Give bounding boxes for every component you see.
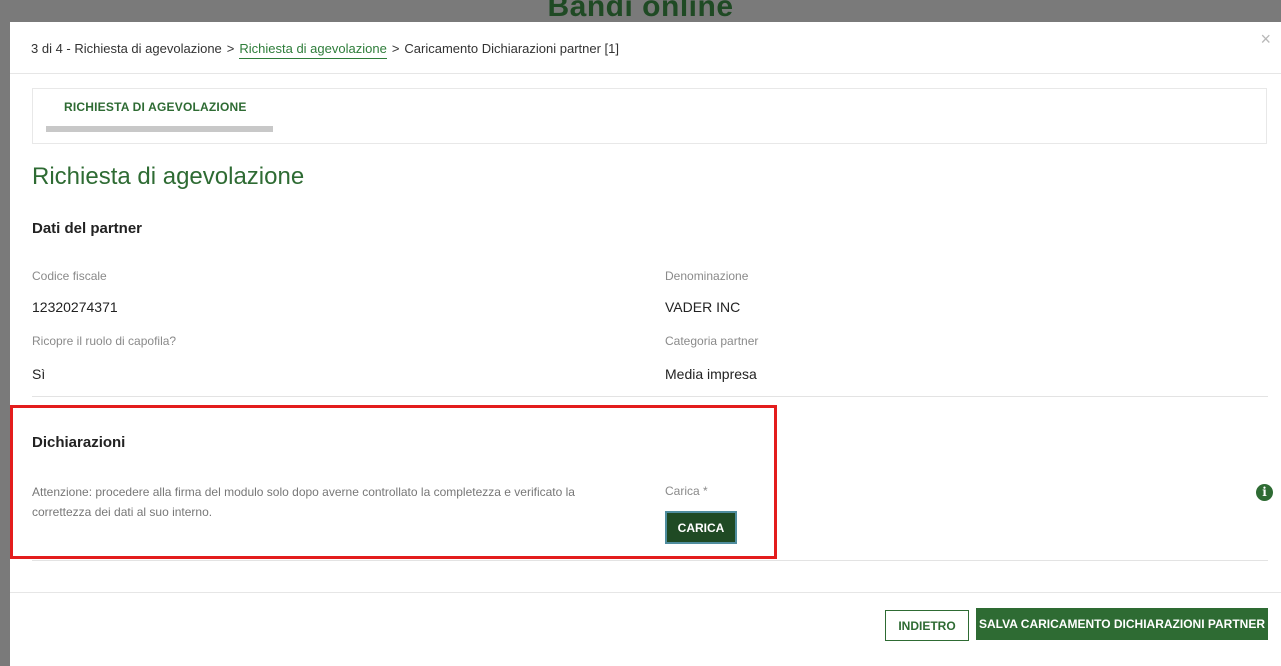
value-categoria-partner: Media impresa	[665, 366, 757, 382]
breadcrumb-separator: >	[226, 41, 235, 56]
label-denominazione: Denominazione	[665, 269, 749, 283]
dichiarazioni-note: Attenzione: procedere alla firma del mod…	[32, 485, 575, 519]
background-site-title: Bandi online	[547, 0, 734, 23]
label-carica: Carica *	[665, 484, 708, 498]
value-denominazione: VADER INC	[665, 299, 741, 315]
divider	[32, 396, 1268, 397]
modal-dialog: × 3 di 4 - Richiesta di agevolazione > Ric…	[10, 22, 1281, 666]
divider	[10, 592, 1281, 593]
page-title: Richiesta di agevolazione	[32, 163, 305, 190]
breadcrumb-separator: >	[391, 41, 400, 56]
breadcrumb-current: Caricamento Dichiarazioni partner [1]	[404, 41, 620, 56]
carica-button[interactable]: CARICA	[665, 511, 737, 544]
label-capofila: Ricopre il ruolo di capofila?	[32, 334, 177, 348]
divider	[10, 73, 1281, 74]
tab-bar: RICHIESTA DI AGEVOLAZIONE	[32, 88, 1267, 144]
breadcrumb: 3 di 4 - Richiesta di agevolazione > Richi…	[31, 41, 620, 59]
save-button[interactable]: SALVA CARICAMENTO DICHIARAZIONI PARTNER	[976, 608, 1268, 640]
label-categoria-partner: Categoria partner	[665, 334, 759, 348]
value-codice-fiscale: 12320274371	[32, 299, 118, 315]
tab-richiesta-di-agevolazione[interactable]: RICHIESTA DI AGEVOLAZIONE	[64, 100, 247, 114]
breadcrumb-link[interactable]: Richiesta di agevolazione	[239, 41, 387, 59]
info-icon[interactable]: i	[1256, 484, 1273, 501]
back-button[interactable]: INDIETRO	[885, 610, 969, 641]
section-title-partner: Dati del partner	[32, 220, 143, 237]
close-icon[interactable]: ×	[1260, 30, 1271, 48]
value-capofila: Sì	[32, 366, 46, 382]
breadcrumb-step: 3 di 4 - Richiesta di agevolazione	[31, 41, 222, 56]
tab-progress-bar	[46, 126, 273, 132]
section-title-dichiarazioni: Dichiarazioni	[32, 434, 126, 451]
divider	[32, 560, 1268, 561]
label-codice-fiscale: Codice fiscale	[32, 269, 107, 283]
